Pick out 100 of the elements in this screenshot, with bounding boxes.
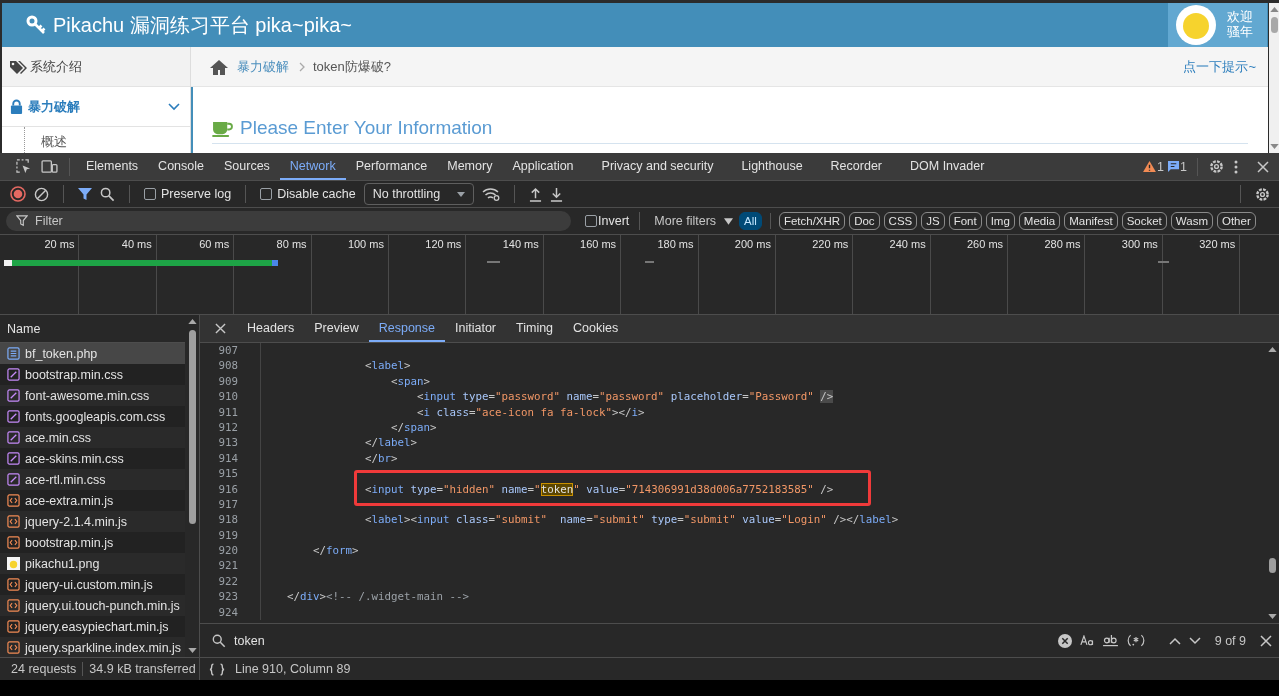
panel-tab[interactable]: Initiator [445,315,506,342]
time-tick: 260 ms [967,238,1004,250]
site-title: Pikachu 漏洞练习平台 pika~pika~ [53,12,352,38]
devtools-tab[interactable]: Lighthouse [731,153,813,180]
settings-icon[interactable] [1209,159,1224,174]
code-line: </form> [312,544,359,558]
panel-tab[interactable]: Timing [506,315,564,342]
stylesheet-icon [7,389,20,402]
scroll-up-icon[interactable] [1269,7,1279,12]
devtools-tab[interactable]: Performance [345,153,438,180]
checkbox-label: Preserve log [161,187,232,201]
filter-chip[interactable]: Media [1018,212,1061,230]
whole-word-icon[interactable] [1101,634,1119,647]
devtools-tab[interactable]: Application [502,153,584,180]
devtools-tab[interactable]: Network [279,153,346,180]
request-row[interactable]: ace-skins.min.css [0,448,185,469]
request-row[interactable]: bootstrap.min.js [0,532,185,553]
stylesheet-icon [7,452,20,465]
scroll-down-icon[interactable] [187,648,197,653]
filter-chip[interactable]: JS [921,212,945,230]
close-icon[interactable] [1260,634,1272,647]
line-number: 924 [217,604,238,621]
time-tick: 120 ms [425,238,462,250]
filter-chip[interactable]: Font [948,212,982,230]
filter-chip[interactable]: Socket [1121,212,1167,230]
time-tick: 140 ms [502,238,539,250]
filter-chip[interactable]: Other [1216,212,1256,230]
panel-tab[interactable]: Headers [237,315,305,342]
request-row[interactable]: jquery.easypiechart.min.js [0,616,185,637]
search-field[interactable]: token [234,630,1050,651]
upload-icon[interactable] [528,186,542,202]
scrollbar[interactable] [1268,3,1279,153]
filter-chip[interactable]: Wasm [1170,212,1213,230]
panel-tab[interactable]: Preview [304,315,369,342]
regex-icon[interactable] [1126,634,1145,647]
record-icon[interactable] [10,186,26,202]
hint-link[interactable]: 点一下提示~ [1183,57,1256,76]
search-icon[interactable] [100,186,115,202]
time-tick: 320 ms [1199,238,1236,250]
device-icon[interactable] [41,160,58,173]
filter-chip[interactable]: Fetch/XHR [778,212,846,230]
request-row[interactable]: jquery-ui.custom.min.js [0,574,185,595]
scroll-down-icon[interactable] [1269,144,1279,149]
filter-field[interactable]: Filter [6,211,571,231]
checkbox[interactable] [144,188,156,200]
scroll-up-icon[interactable] [187,319,197,324]
scrollbar-thumb[interactable] [1270,17,1278,33]
download-icon[interactable] [549,186,563,202]
wifi-settings-icon[interactable] [481,187,500,201]
close-icon[interactable] [1257,160,1269,173]
filter-chip[interactable]: All [739,212,762,230]
checkbox[interactable] [260,188,273,200]
request-row[interactable]: bf_token.php [0,343,185,364]
filter-chip[interactable]: Doc [849,212,880,230]
more-filters-dropdown[interactable]: More filters [654,214,734,228]
close-icon[interactable] [215,323,226,334]
request-row[interactable]: fonts.googleapis.com.css [0,406,185,427]
checkbox[interactable] [585,215,597,227]
devtools-tab[interactable]: Sources [214,153,280,180]
panel-tab[interactable]: Response [368,315,445,342]
line-number: 923 [217,589,238,605]
scroll-down-icon[interactable] [1268,614,1277,619]
code-line: </br> [364,451,398,465]
previous-icon[interactable] [1168,636,1181,645]
filter-chip[interactable]: Img [985,212,1015,230]
devtools-tab[interactable]: Recorder [820,153,892,180]
sidebar-item[interactable]: 系统介绍 [2,47,190,87]
devtools-tab[interactable]: Console [148,153,214,180]
menu-icon[interactable] [1234,159,1238,174]
line-number: 916 [217,481,238,497]
message-counter[interactable]: 1 [1168,159,1187,174]
cursor-position: Line 910, Column 89 [235,662,351,676]
throttling-select[interactable]: No throttling [363,183,474,205]
filter-chip[interactable]: Manifest [1064,212,1118,230]
filter-chip[interactable]: CSS [883,212,918,230]
format-icon[interactable] [209,662,225,676]
line-number: 919 [217,527,238,544]
devtools-tab[interactable]: DOM Invader [900,153,995,180]
devtools-tab[interactable]: Elements [76,153,149,180]
scrollbar-thumb[interactable] [188,330,196,524]
request-row[interactable]: ace-extra.min.js [0,490,185,511]
settings-icon[interactable] [1255,186,1270,202]
next-icon[interactable] [1188,636,1201,645]
scrollbar-thumb[interactable] [1269,557,1276,573]
chevron-icon [299,61,305,72]
time-tick: 240 ms [889,238,926,250]
scroll-up-icon[interactable] [1268,347,1277,352]
request-row[interactable]: bootstrap.min.css [0,364,185,385]
devtools-tab[interactable]: Privacy and security [591,153,724,180]
line-number: 908 [217,358,238,374]
clear-icon[interactable] [1057,633,1072,648]
filter-icon [16,215,28,227]
inspect-icon[interactable] [16,159,31,174]
clear-icon[interactable] [34,186,49,202]
match-case-icon[interactable] [1079,635,1094,646]
code-line: </label> [364,436,418,450]
devtools-tab[interactable]: Memory [437,153,503,180]
warning-counter[interactable]: 1 [1143,159,1165,174]
filter-icon[interactable] [78,187,92,201]
panel-tab[interactable]: Cookies [563,315,629,342]
